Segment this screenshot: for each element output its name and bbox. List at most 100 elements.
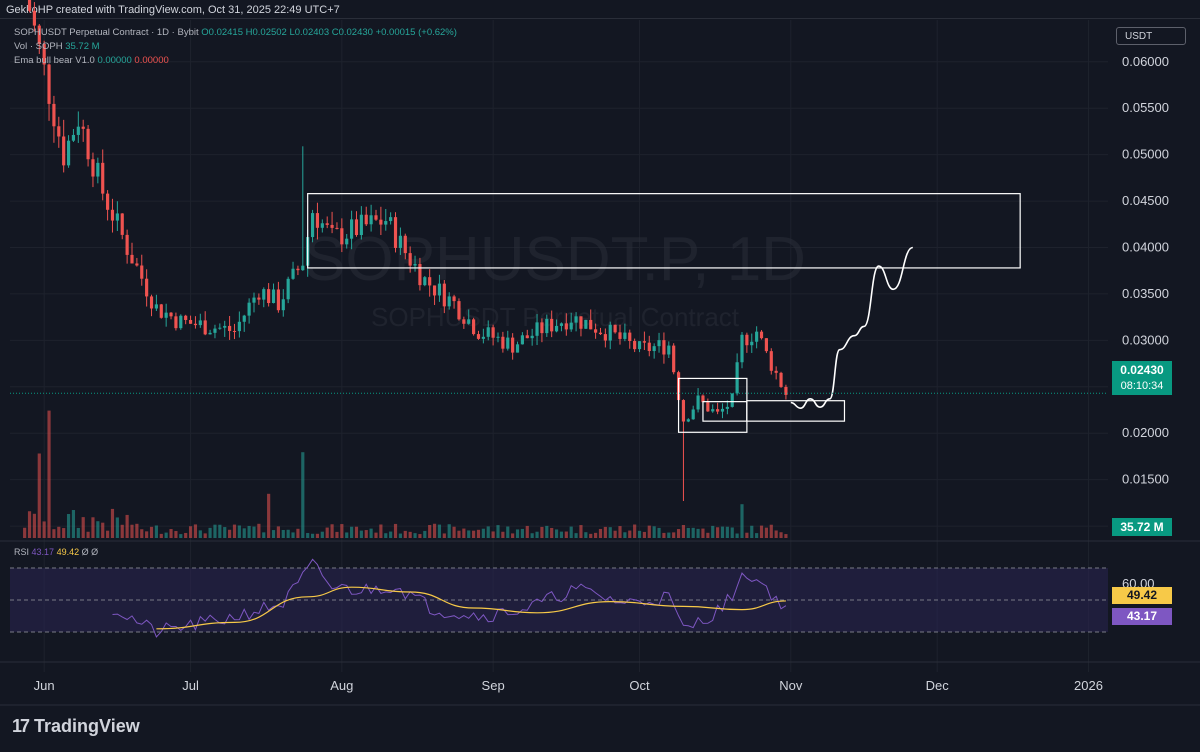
candle-body bbox=[106, 193, 110, 210]
candle-body bbox=[71, 134, 76, 141]
candle-body bbox=[66, 140, 71, 166]
candle-body bbox=[696, 395, 700, 410]
volume-bar bbox=[511, 533, 515, 538]
candle-body bbox=[442, 283, 446, 307]
volume-bar bbox=[330, 524, 334, 538]
candle-body bbox=[101, 162, 105, 194]
candle-body bbox=[164, 312, 168, 318]
tradingview-logo[interactable]: 17 TradingView bbox=[12, 716, 140, 737]
candle-body bbox=[511, 337, 515, 353]
candle-body bbox=[579, 316, 583, 329]
volume-label[interactable]: Vol · SOPH bbox=[14, 41, 63, 52]
candle-body bbox=[647, 342, 651, 352]
volume-bar bbox=[647, 525, 651, 538]
volume-value: 35.72 M bbox=[65, 41, 100, 52]
currency-button[interactable]: USDT bbox=[1116, 27, 1186, 45]
candle-body bbox=[730, 393, 734, 407]
symbol-title[interactable]: SOPHUSDT Perpetual Contract · 1D · Bybit bbox=[14, 27, 199, 38]
volume-bar bbox=[750, 525, 754, 538]
rsi-label[interactable]: RSI bbox=[14, 547, 29, 557]
candle-body bbox=[223, 325, 227, 328]
volume-bar bbox=[106, 530, 110, 538]
candle-body bbox=[520, 335, 524, 345]
y-tick-label: 0.01500 bbox=[1122, 472, 1169, 487]
volume-bar bbox=[779, 532, 783, 538]
y-tick-label: 0.03000 bbox=[1122, 332, 1169, 347]
volume-bar bbox=[164, 532, 168, 538]
volume-bar bbox=[672, 532, 676, 538]
volume-bar bbox=[608, 527, 612, 538]
candle-body bbox=[418, 263, 422, 286]
candle-body bbox=[218, 327, 222, 329]
volume-bar bbox=[667, 532, 671, 538]
candle-body bbox=[145, 278, 149, 297]
volume-bar bbox=[66, 514, 71, 538]
candle-body bbox=[159, 304, 163, 318]
volume-bar bbox=[569, 526, 573, 538]
volume-bar bbox=[296, 528, 300, 538]
volume-bar bbox=[81, 517, 85, 538]
rsi-legend: RSI 43.17 49.42 Ø Ø bbox=[14, 545, 98, 559]
watermark-large: SOPHUSDT.P, 1D bbox=[304, 225, 806, 294]
volume-bar bbox=[628, 530, 632, 538]
volume-bar bbox=[530, 533, 534, 538]
volume-bar bbox=[657, 527, 661, 538]
candle-body bbox=[140, 265, 144, 279]
volume-bar bbox=[496, 525, 500, 538]
tradingview-mark-icon: 17 bbox=[12, 716, 30, 736]
volume-bar bbox=[676, 529, 681, 538]
volume-bar bbox=[652, 526, 656, 538]
volume-bar bbox=[662, 532, 666, 538]
volume-bar bbox=[125, 514, 129, 538]
legend-ema-row: Ema bull bear V1.0 0.00000 0.00000 bbox=[14, 54, 457, 68]
candle-body bbox=[267, 289, 271, 304]
ema-value-1: 0.00000 bbox=[97, 55, 132, 66]
volume-bar bbox=[218, 524, 222, 538]
candle-body bbox=[432, 285, 437, 296]
candle-body bbox=[184, 315, 188, 320]
candle-body bbox=[57, 126, 61, 137]
volume-bar bbox=[520, 528, 524, 538]
price-axis: 0.06000 0.05500 0.05000 0.04500 0.04000 0.035… bbox=[1122, 54, 1169, 533]
candle-body bbox=[642, 341, 646, 343]
candle-body bbox=[169, 312, 173, 317]
candle-body bbox=[296, 268, 300, 271]
candle-body bbox=[598, 332, 603, 335]
candle-body bbox=[584, 319, 588, 329]
volume-bar bbox=[276, 526, 280, 538]
candle-body bbox=[667, 345, 671, 355]
candle-body bbox=[335, 227, 339, 229]
volume-bar bbox=[603, 526, 607, 538]
candle-body bbox=[447, 296, 451, 307]
volume-bar bbox=[735, 533, 739, 538]
ema-value-2: 0.00000 bbox=[134, 55, 169, 66]
candle-body bbox=[81, 126, 85, 129]
volume-bar bbox=[359, 530, 363, 538]
volume-bar bbox=[350, 526, 354, 538]
candle-body bbox=[271, 289, 276, 304]
ema-label[interactable]: Ema bull bear V1.0 bbox=[14, 55, 95, 66]
candle-body bbox=[745, 334, 749, 346]
candle-body bbox=[403, 235, 407, 254]
volume-bar bbox=[345, 532, 349, 538]
candle-body bbox=[755, 331, 759, 342]
candle-body bbox=[637, 341, 642, 350]
candle-body bbox=[188, 319, 193, 324]
candle-body bbox=[120, 213, 124, 235]
volume-bar bbox=[325, 527, 329, 538]
volume-bar bbox=[540, 526, 544, 538]
price-chart[interactable]: SOPHUSDT.P, 1D SOPHUSDT Perpetual Contra… bbox=[0, 0, 1200, 752]
volume-bar bbox=[716, 527, 720, 538]
candle-body bbox=[27, 0, 32, 11]
candle-body bbox=[389, 217, 393, 222]
volume-bar bbox=[379, 524, 383, 538]
candle-body bbox=[686, 419, 690, 422]
volume-bar bbox=[340, 524, 344, 538]
zone-rectangle bbox=[746, 400, 846, 422]
volume-bar bbox=[76, 527, 80, 538]
volume-bar bbox=[291, 532, 295, 538]
rsi-ma-legend-value: 49.42 bbox=[56, 547, 80, 557]
volume-bar bbox=[481, 528, 485, 538]
rsi-legend-value: 43.17 bbox=[31, 547, 55, 557]
volume-bar bbox=[681, 525, 686, 538]
